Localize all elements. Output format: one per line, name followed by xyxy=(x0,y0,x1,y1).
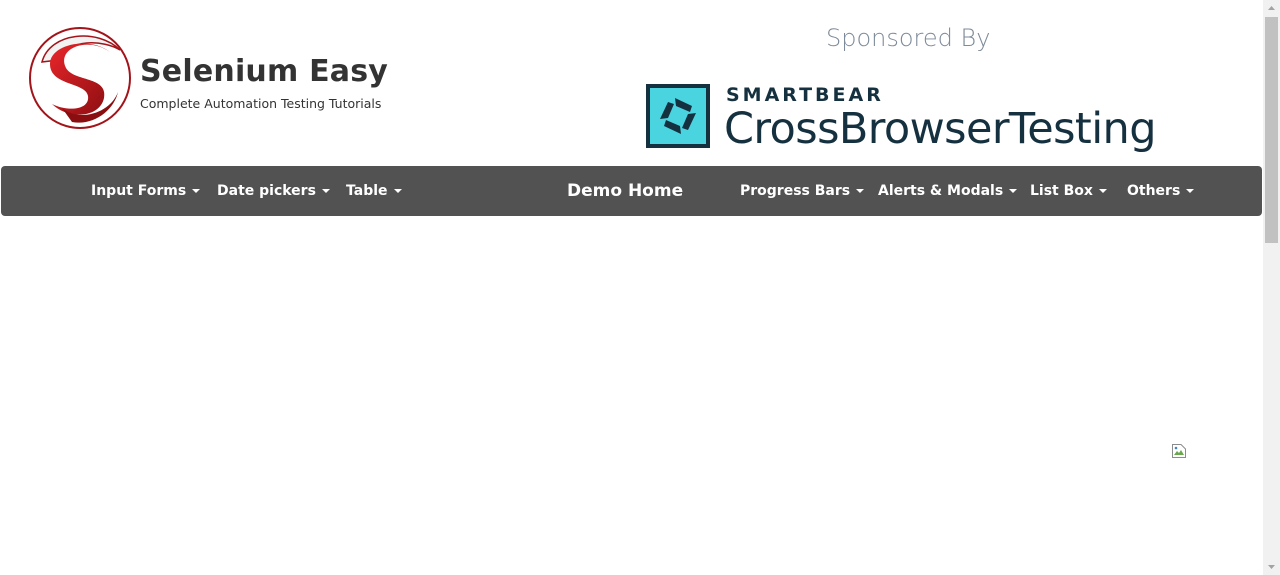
site-brand[interactable]: Selenium Easy Complete Automation Testin… xyxy=(28,26,428,130)
sponsor-banner[interactable]: SMARTBEAR CrossBrowserTesting xyxy=(646,84,1166,156)
nav-alerts-modals[interactable]: Alerts & Modals xyxy=(878,166,1018,216)
scrollbar-thumb[interactable] xyxy=(1265,17,1278,243)
caret-down-icon xyxy=(1098,189,1107,193)
nav-label: Progress Bars xyxy=(740,183,851,199)
crossbrowsertesting-logo-icon xyxy=(646,84,710,148)
vertical-scrollbar[interactable] xyxy=(1263,0,1280,575)
scroll-down-arrow-icon[interactable] xyxy=(1263,558,1280,575)
nav-demo-home[interactable]: Demo Home xyxy=(567,166,683,216)
caret-down-icon xyxy=(321,189,330,193)
nav-label: Date pickers xyxy=(217,183,316,199)
nav-label: Input Forms xyxy=(91,183,187,199)
sponsor-product-name: CrossBrowserTesting xyxy=(724,104,1157,154)
broken-image-icon[interactable] xyxy=(1171,443,1187,459)
nav-date-pickers[interactable]: Date pickers xyxy=(217,166,330,216)
nav-input-forms[interactable]: Input Forms xyxy=(91,166,201,216)
caret-down-icon xyxy=(1009,189,1018,193)
nav-list-box[interactable]: List Box xyxy=(1030,166,1107,216)
nav-progress-bars[interactable]: Progress Bars xyxy=(740,166,865,216)
nav-label: Table xyxy=(346,183,388,199)
nav-label: Alerts & Modals xyxy=(878,183,1004,199)
nav-others[interactable]: Others xyxy=(1127,166,1195,216)
site-tagline: Complete Automation Testing Tutorials xyxy=(140,96,382,111)
selenium-easy-logo-icon[interactable] xyxy=(28,26,132,130)
nav-label: List Box xyxy=(1030,183,1093,199)
sponsor-company-name: SMARTBEAR xyxy=(726,84,884,106)
nav-table[interactable]: Table xyxy=(346,166,402,216)
page: Selenium Easy Complete Automation Testin… xyxy=(0,0,1280,575)
sponsored-by-label: Sponsored By xyxy=(826,24,991,52)
scroll-up-arrow-icon[interactable] xyxy=(1263,0,1280,17)
nav-label: Others xyxy=(1127,183,1181,199)
caret-down-icon xyxy=(1186,189,1195,193)
caret-down-icon xyxy=(393,189,402,193)
main-navbar: Input Forms Date pickers Table Demo Home… xyxy=(1,166,1262,216)
site-title[interactable]: Selenium Easy xyxy=(140,54,388,89)
caret-down-icon xyxy=(192,189,201,193)
caret-down-icon xyxy=(856,189,865,193)
